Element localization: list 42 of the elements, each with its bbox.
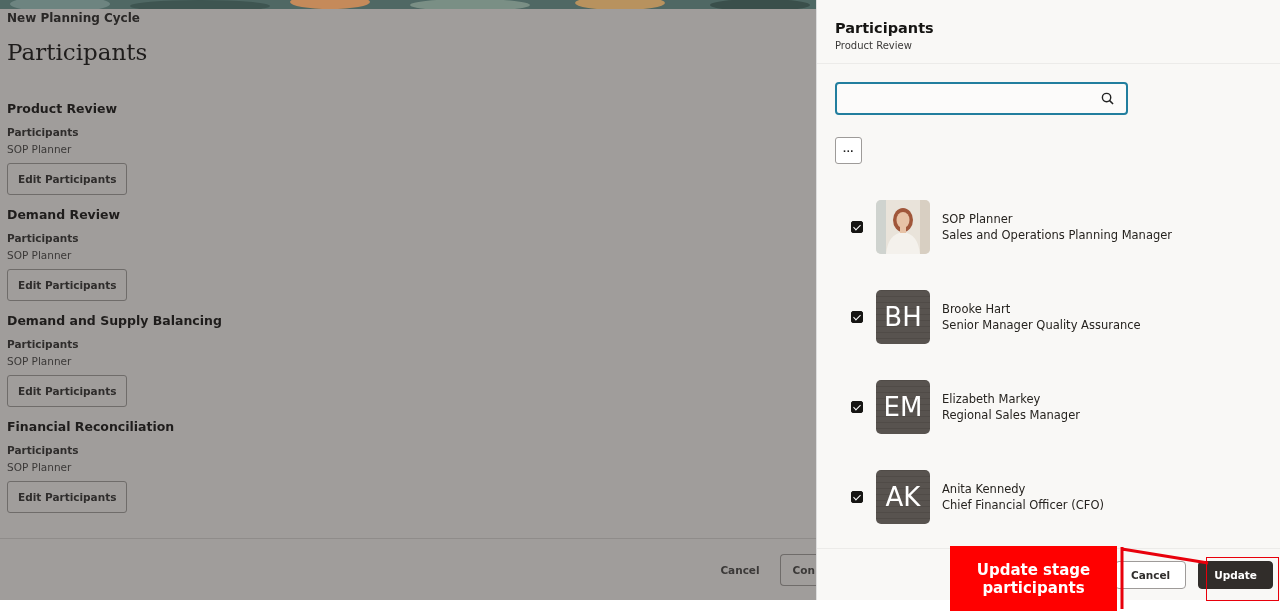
stage-heading: Demand and Supply Balancing (7, 313, 222, 328)
update-button[interactable]: Update (1198, 560, 1273, 589)
edit-participants-button[interactable]: Edit Participants (7, 375, 128, 407)
avatar: BH (876, 290, 930, 344)
participant-role: Regional Sales Manager (942, 408, 1080, 422)
field-label: Participants (7, 444, 79, 456)
search-field[interactable] (835, 82, 1128, 115)
participant-name: Elizabeth Markey (942, 392, 1042, 406)
breadcrumb: New Planning Cycle (7, 11, 141, 25)
participant-name: Brooke Hart (942, 302, 1012, 316)
stage-heading: Demand Review (7, 207, 121, 222)
more-button[interactable]: ··· (835, 137, 862, 164)
search-icon (1101, 92, 1114, 105)
edit-participants-button[interactable]: Edit Participants (7, 269, 128, 301)
field-value: SOP Planner (7, 143, 72, 155)
checkbox[interactable] (851, 221, 863, 233)
edit-participants-button[interactable]: Edit Participants (7, 481, 128, 513)
checkbox[interactable] (851, 491, 863, 503)
field-value: SOP Planner (7, 249, 72, 261)
field-value: SOP Planner (7, 461, 72, 473)
participant-role: Senior Manager Quality Assurance (942, 318, 1141, 332)
participant-name: Anita Kennedy (942, 482, 1027, 496)
drawer-title: Participants (835, 20, 935, 36)
participant-name: SOP Planner (942, 212, 1014, 226)
stage-heading: Product Review (7, 101, 118, 116)
drawer-subtitle: Product Review (835, 40, 913, 51)
checkbox[interactable] (851, 401, 863, 413)
field-label: Participants (7, 232, 79, 244)
stage-heading: Financial Reconciliation (7, 419, 175, 434)
participant-role: Chief Financial Officer (CFO) (942, 498, 1104, 512)
field-label: Participants (7, 126, 79, 138)
checkbox[interactable] (851, 311, 863, 323)
participant-role: Sales and Operations Planning Manager (942, 228, 1173, 242)
field-label: Participants (7, 338, 79, 350)
avatar: EM (876, 380, 930, 434)
page-title: Participants (7, 39, 149, 65)
field-value: SOP Planner (7, 355, 72, 367)
callout-box: Update stage participants (950, 546, 1117, 611)
cancel-button[interactable]: Cancel (714, 562, 766, 577)
avatar: AK (876, 470, 930, 524)
edit-participants-button[interactable]: Edit Participants (7, 163, 128, 195)
cancel-button[interactable]: Cancel (1115, 560, 1187, 589)
